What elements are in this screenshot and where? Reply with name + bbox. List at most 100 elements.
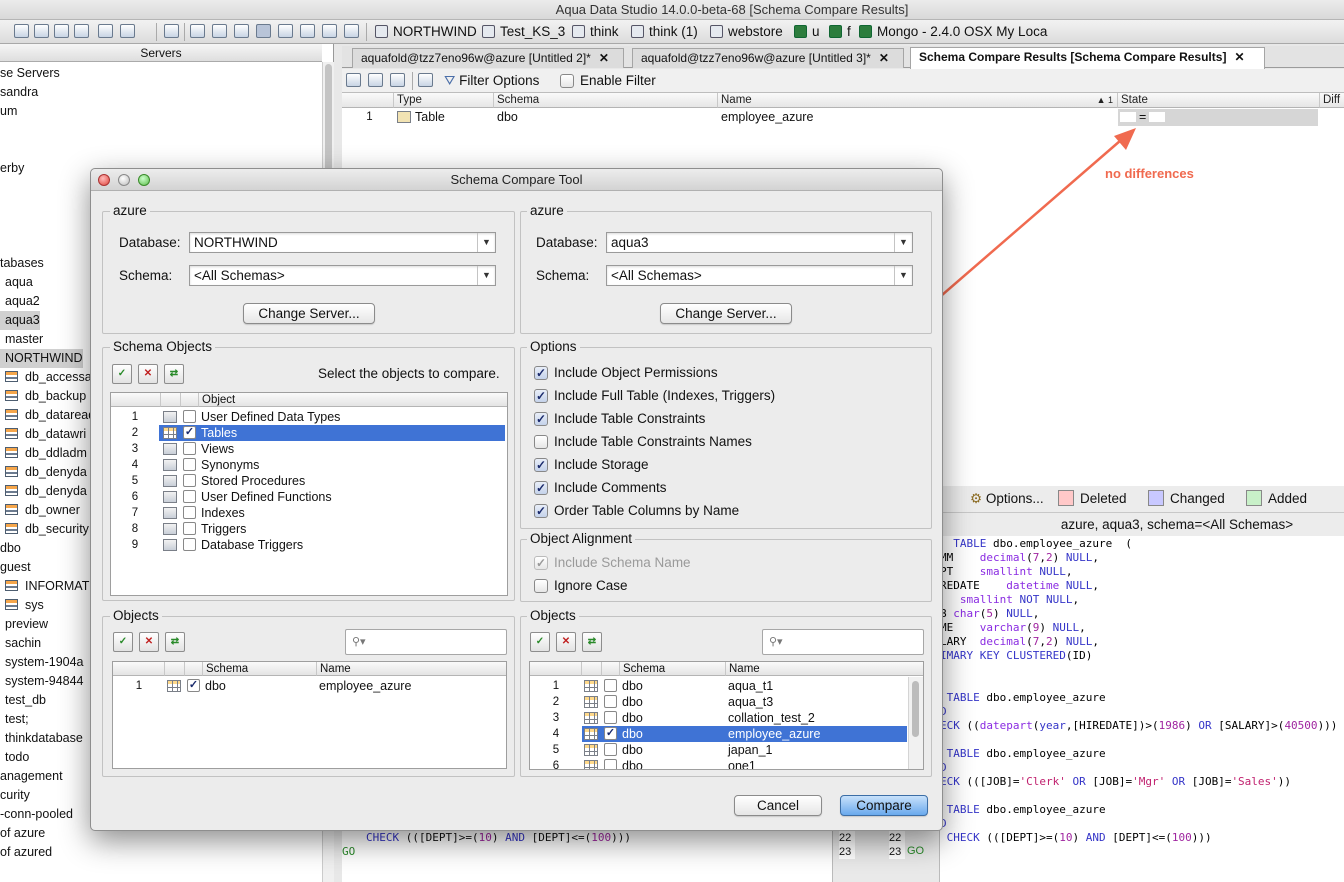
server-tree-item[interactable]: of azure xyxy=(0,824,45,843)
table-row[interactable]: 2 dbo aqua_t3 xyxy=(530,694,907,710)
tab-untitled-2[interactable]: aquafold@tzz7eno96w@azure [Untitled 2]* ✕ xyxy=(352,48,624,68)
objects-left-search[interactable]: ⚲▾ xyxy=(345,629,507,655)
col-object[interactable]: Object xyxy=(199,393,507,407)
invert-selection-icon[interactable]: ⇄ xyxy=(165,632,185,652)
save-icon[interactable] xyxy=(54,24,69,38)
right-database-select[interactable]: aqua3 ▼ xyxy=(606,232,913,253)
layout-2-icon[interactable] xyxy=(212,24,227,38)
option-checkbox[interactable]: ✓ xyxy=(534,412,548,426)
table-row[interactable]: 5 dbo japan_1 xyxy=(530,742,907,758)
server-tree-item[interactable]: db_security xyxy=(0,520,89,539)
server-tree-item[interactable]: of azured xyxy=(0,843,52,862)
close-window-button[interactable] xyxy=(98,174,110,186)
list-item[interactable]: 5 Stored Procedures xyxy=(111,473,505,489)
objects-right-search[interactable]: ⚲▾ xyxy=(762,629,924,655)
server-tree-item[interactable]: sys xyxy=(0,596,44,615)
uncheck-all-icon[interactable]: ✕ xyxy=(139,632,159,652)
options-button[interactable]: ⚙ Options... xyxy=(970,490,1044,508)
object-checkbox[interactable] xyxy=(183,442,196,455)
bookmark-webstore[interactable]: webstore xyxy=(710,23,783,41)
col-name[interactable]: Name xyxy=(726,662,923,676)
server-tree-item[interactable]: se Servers xyxy=(0,64,60,83)
table-row[interactable]: 4 ✓ dbo employee_azure xyxy=(530,726,907,742)
list-item[interactable]: 4 Synonyms xyxy=(111,457,505,473)
tab-untitled-3[interactable]: aquafold@tzz7eno96w@azure [Untitled 3]* ✕ xyxy=(632,48,904,68)
table-icon[interactable] xyxy=(418,73,433,87)
layout-6-icon[interactable] xyxy=(322,24,337,38)
server-tree-item[interactable]: aqua xyxy=(0,273,33,292)
include-schema-name-checkbox[interactable]: ✓ xyxy=(534,556,548,570)
server-tree-item[interactable]: um xyxy=(0,102,17,121)
server-tree-item[interactable]: preview xyxy=(0,615,48,634)
find-icon[interactable] xyxy=(390,73,405,87)
option-checkbox[interactable] xyxy=(534,435,548,449)
layout-7-icon[interactable] xyxy=(344,24,359,38)
server-tree-item[interactable]: test; xyxy=(0,710,29,729)
server-tree-item[interactable]: db_owner xyxy=(0,501,80,520)
col-diff[interactable]: Diff xyxy=(1320,93,1344,108)
server-tree-item[interactable]: sachin xyxy=(0,634,41,653)
layout-5-icon[interactable] xyxy=(300,24,315,38)
object-checkbox[interactable] xyxy=(183,538,196,551)
server-tree-item[interactable]: db_denyda xyxy=(0,463,87,482)
list-item[interactable]: 8 Triggers xyxy=(111,521,505,537)
object-checkbox[interactable] xyxy=(604,743,617,756)
col-state[interactable]: State xyxy=(1118,93,1320,108)
option-checkbox[interactable]: ✓ xyxy=(534,481,548,495)
enable-filter-checkbox[interactable] xyxy=(560,74,574,88)
objects-right-scrollbar[interactable] xyxy=(908,677,923,769)
invert-selection-icon[interactable]: ⇄ xyxy=(164,364,184,384)
server-tree-item[interactable]: db_accessa xyxy=(0,368,92,387)
server-tree-item[interactable]: guest xyxy=(0,558,31,577)
server-tree-item[interactable]: -conn-pooled xyxy=(0,805,73,824)
object-checkbox[interactable] xyxy=(604,711,617,724)
object-checkbox[interactable]: ✓ xyxy=(187,679,200,692)
check-all-icon[interactable]: ✓ xyxy=(530,632,550,652)
bookmark-mongo[interactable]: Mongo - 2.4.0 OSX My Loca xyxy=(859,23,1047,41)
save-icon[interactable] xyxy=(368,73,383,87)
left-schema-select[interactable]: <All Schemas> ▼ xyxy=(189,265,496,286)
option-checkbox[interactable]: ✓ xyxy=(534,504,548,518)
layout-grid-icon[interactable] xyxy=(256,24,271,38)
list-item[interactable]: 1 User Defined Data Types xyxy=(111,409,505,425)
scrollbar-thumb[interactable] xyxy=(325,64,332,184)
settings-icon[interactable] xyxy=(120,24,135,38)
object-checkbox[interactable] xyxy=(604,695,617,708)
bookmark-u[interactable]: u xyxy=(794,23,820,41)
server-tree-item[interactable]: todo xyxy=(0,748,29,767)
ignore-case-checkbox[interactable] xyxy=(534,579,548,593)
list-item[interactable]: 6 User Defined Functions xyxy=(111,489,505,505)
close-icon[interactable]: ✕ xyxy=(599,51,609,65)
history-icon[interactable] xyxy=(164,24,179,38)
list-item[interactable]: 7 Indexes xyxy=(111,505,505,521)
check-all-icon[interactable]: ✓ xyxy=(112,364,132,384)
scrollbar-thumb[interactable] xyxy=(912,681,919,737)
left-change-server-button[interactable]: Change Server... xyxy=(243,303,375,324)
uncheck-all-icon[interactable]: ✕ xyxy=(138,364,158,384)
server-tree-item[interactable]: system-94844 xyxy=(0,672,84,691)
server-tree-item[interactable]: sandra xyxy=(0,83,38,102)
option-checkbox[interactable]: ✓ xyxy=(534,458,548,472)
code-view-right[interactable]: TABLE dbo.employee_azure ( MM decimal(7,… xyxy=(940,536,1344,882)
layout-3-icon[interactable] xyxy=(234,24,249,38)
server-tree-item[interactable]: db_ddladm xyxy=(0,444,87,463)
table-row[interactable]: 6 dbo one1 xyxy=(530,758,907,769)
cancel-button[interactable]: Cancel xyxy=(734,795,822,816)
check-all-icon[interactable]: ✓ xyxy=(113,632,133,652)
bookmark-think-1[interactable]: think (1) xyxy=(631,23,698,41)
object-checkbox[interactable]: ✓ xyxy=(183,426,196,439)
col-name[interactable]: Name xyxy=(317,662,506,676)
table-row[interactable]: 1 dbo aqua_t1 xyxy=(530,678,907,694)
object-checkbox[interactable] xyxy=(183,410,196,423)
server-tree-item[interactable]: db_dataread xyxy=(0,406,95,425)
object-checkbox[interactable] xyxy=(183,458,196,471)
server-tree-item[interactable]: NORTHWIND xyxy=(0,349,83,368)
server-tree-item[interactable]: curity xyxy=(0,786,30,805)
list-item[interactable]: 3 Views xyxy=(111,441,505,457)
object-checkbox[interactable]: ✓ xyxy=(604,727,617,740)
object-checkbox[interactable] xyxy=(183,490,196,503)
tab-schema-compare-results[interactable]: Schema Compare Results [Schema Compare R… xyxy=(910,47,1265,69)
server-tree-item[interactable]: db_backup xyxy=(0,387,86,406)
server-icon[interactable] xyxy=(98,24,113,38)
uncheck-all-icon[interactable]: ✕ xyxy=(556,632,576,652)
